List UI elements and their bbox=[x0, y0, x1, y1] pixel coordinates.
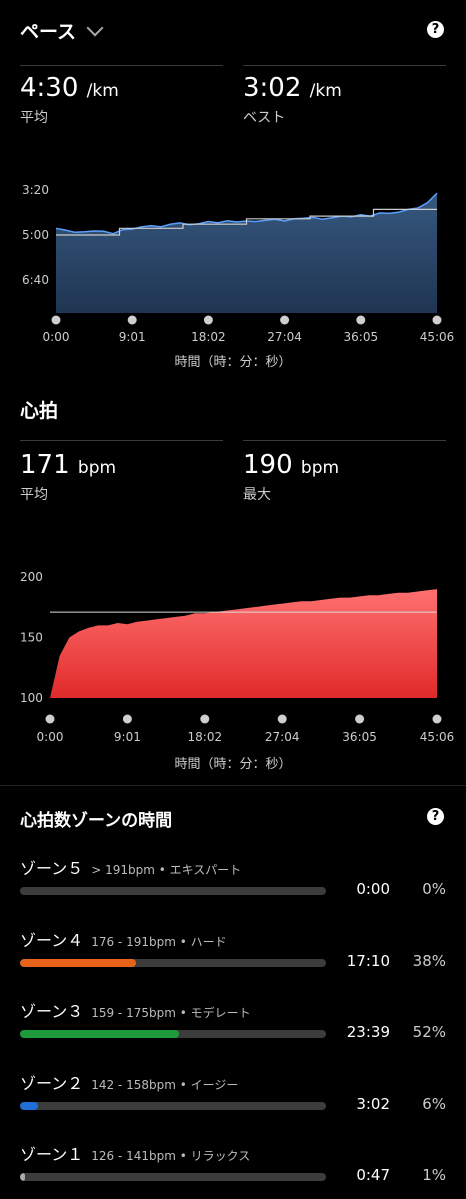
heart-x-tick: 9:01 bbox=[114, 730, 141, 744]
zone-label: ゾーン３ bbox=[20, 1002, 84, 1021]
heart-avg-label: 平均 bbox=[20, 487, 48, 503]
pace-best-label: ベスト bbox=[243, 110, 286, 126]
heart-x-tick: 36:05 bbox=[342, 730, 377, 744]
heart-x-tick: 0:00 bbox=[37, 730, 64, 744]
zone-progress-fill bbox=[20, 1101, 39, 1110]
heart-avg-unit: bpm bbox=[77, 458, 117, 478]
zones-title: 心拍数ゾーンの時間 bbox=[20, 811, 173, 831]
heart-max: 190 bpm bbox=[243, 450, 339, 480]
zone-progress-fill bbox=[20, 1173, 25, 1181]
heart-x-dot bbox=[122, 714, 132, 724]
heart-chart: 200 150 100 0:00 9:01 18:02 27:04 36:05 45:06 bbox=[20, 570, 455, 744]
zone-name: ゾーン３ 159 - 175bpm • モデレート bbox=[20, 998, 251, 1022]
heart-y-tick: 150 bbox=[20, 631, 43, 645]
heart-max-value: 190 bbox=[243, 450, 293, 480]
zone-progress-bar bbox=[20, 958, 326, 967]
pace-chart: 3:20 5:00 6:40 0:00 9:01 18:02 27:04 36:05 45:06 bbox=[22, 183, 455, 344]
pace-x-dot bbox=[127, 315, 137, 325]
heart-x-dot bbox=[277, 714, 287, 724]
zone-time: 23:39 bbox=[346, 1023, 390, 1041]
divider bbox=[20, 440, 223, 441]
help-icon[interactable]: ? bbox=[427, 21, 444, 38]
pace-title: ペース bbox=[20, 21, 77, 43]
zone-label: ゾーン５ bbox=[20, 859, 84, 878]
heart-y-tick: 200 bbox=[20, 570, 43, 584]
pace-x-dot bbox=[203, 315, 213, 325]
heart-x-caption: 時間（時：分：秒） bbox=[174, 757, 292, 772]
pace-x-tick: 27:04 bbox=[267, 330, 302, 344]
zone-progress-bar bbox=[20, 1030, 326, 1038]
pace-x-tick: 9:01 bbox=[119, 330, 146, 344]
heart-x-tick: 45:06 bbox=[420, 730, 455, 744]
heart-x-dot bbox=[45, 714, 55, 724]
pace-x-dot bbox=[280, 315, 290, 325]
zone-name: ゾーン４ 176 - 191bpm • ハード bbox=[20, 927, 227, 951]
zone-progress-fill bbox=[20, 958, 137, 967]
divider bbox=[243, 440, 446, 441]
divider bbox=[243, 65, 446, 66]
heart-x-tick: 27:04 bbox=[265, 730, 300, 744]
pace-avg-unit: /km bbox=[86, 81, 119, 101]
zone-percent: 52% bbox=[412, 1023, 446, 1041]
pace-x-caption: 時間（時：分：秒） bbox=[174, 355, 292, 370]
zone-range: 142 - 158bpm • イージー bbox=[91, 1077, 239, 1092]
zone-time: 17:10 bbox=[346, 951, 390, 970]
section-divider bbox=[0, 785, 466, 786]
zone-label: ゾーン１ bbox=[20, 1145, 84, 1164]
pace-best-unit: /km bbox=[309, 81, 342, 101]
heart-avg: 171 bpm bbox=[20, 450, 116, 480]
pace-best: 3:02 /km bbox=[243, 73, 342, 103]
heart-x-dot bbox=[355, 714, 365, 724]
zone-range: 159 - 175bpm • モデレート bbox=[91, 1006, 251, 1020]
heart-max-label: 最大 bbox=[243, 487, 271, 503]
zone-range: 176 - 191bpm • ハード bbox=[91, 934, 227, 949]
pace-y-tick: 6:40 bbox=[22, 273, 49, 287]
zone-name: ゾーン１ 126 - 141bpm • リラックス bbox=[20, 1141, 250, 1165]
zone-progress-bar bbox=[20, 1173, 326, 1181]
pace-y-tick: 5:00 bbox=[22, 228, 49, 242]
zone-label: ゾーン４ bbox=[20, 930, 84, 950]
pace-x-tick: 45:06 bbox=[420, 330, 455, 344]
zone-progress-bar bbox=[20, 887, 326, 895]
zone-percent: 0% bbox=[422, 880, 446, 898]
zone-percent: 1% bbox=[422, 1166, 446, 1184]
zone-time: 3:02 bbox=[356, 1094, 390, 1113]
heart-avg-value: 171 bbox=[20, 450, 70, 480]
pace-x-dot bbox=[51, 315, 61, 325]
zone-name: ゾーン２ 142 - 158bpm • イージー bbox=[20, 1070, 238, 1094]
heart-x-tick: 18:02 bbox=[188, 730, 223, 744]
zone-percent: 38% bbox=[412, 951, 446, 970]
heart-title: 心拍 bbox=[20, 400, 59, 422]
chevron-down-icon[interactable] bbox=[86, 19, 104, 37]
pace-avg-label: 平均 bbox=[20, 110, 48, 126]
pace-avg-value: 4:30 bbox=[20, 73, 79, 103]
heart-y-tick: 100 bbox=[20, 691, 43, 705]
heart-x-dot bbox=[432, 714, 442, 724]
pace-x-tick: 0:00 bbox=[43, 330, 70, 344]
zone-name: ゾーン５ > 191bpm • エキスパート bbox=[20, 855, 241, 879]
zone-label: ゾーン２ bbox=[20, 1073, 84, 1093]
pace-area bbox=[56, 193, 437, 313]
heart-area bbox=[50, 589, 437, 698]
pace-avg: 4:30 /km bbox=[20, 73, 119, 103]
pace-x-dot bbox=[356, 315, 366, 325]
zone-range: > 191bpm • エキスパート bbox=[91, 863, 242, 877]
heart-max-unit: bpm bbox=[300, 458, 340, 478]
zone-time: 0:47 bbox=[356, 1166, 390, 1184]
zone-time: 0:00 bbox=[356, 880, 390, 898]
zone-percent: 6% bbox=[422, 1094, 446, 1113]
pace-x-dot bbox=[432, 315, 442, 325]
divider bbox=[20, 65, 223, 66]
zone-progress-bar bbox=[20, 1101, 326, 1110]
help-icon[interactable]: ? bbox=[427, 808, 444, 825]
pace-y-tick: 3:20 bbox=[22, 183, 49, 197]
zone-progress-fill bbox=[20, 1030, 180, 1038]
heart-x-dot bbox=[200, 714, 210, 724]
pace-x-tick: 18:02 bbox=[191, 330, 226, 344]
zone-range: 126 - 141bpm • リラックス bbox=[91, 1149, 251, 1163]
pace-best-value: 3:02 bbox=[243, 73, 302, 103]
pace-x-tick: 36:05 bbox=[344, 330, 379, 344]
